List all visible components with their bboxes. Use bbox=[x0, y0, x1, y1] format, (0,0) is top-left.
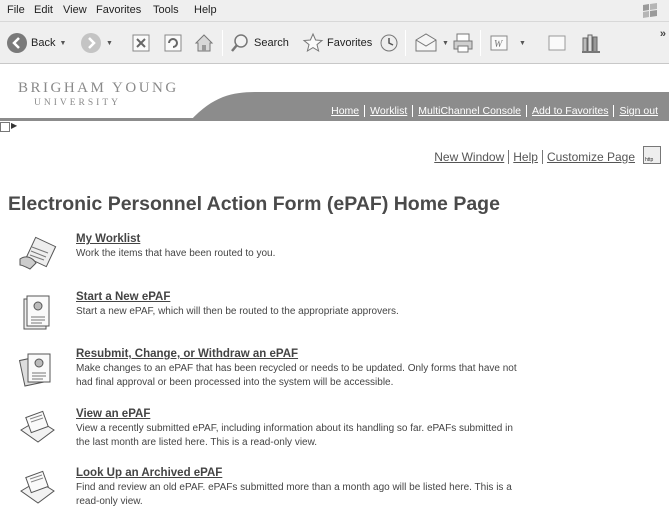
refresh-icon bbox=[164, 34, 182, 52]
utility-links: New Window Help Customize Page bbox=[430, 150, 639, 164]
discuss-button[interactable] bbox=[546, 22, 568, 64]
edit-button[interactable]: W ▼ bbox=[489, 22, 526, 64]
favorites-button[interactable]: Favorites bbox=[302, 22, 372, 64]
word-document-icon: W bbox=[490, 35, 508, 51]
menu-help[interactable]: Help bbox=[194, 4, 217, 16]
chevron-down-icon[interactable]: ▼ bbox=[442, 40, 449, 47]
list-item: View an ePAF View a recently submitted e… bbox=[18, 408, 658, 452]
item-description: Start a new ePAF, which will then be rou… bbox=[76, 306, 399, 317]
blank-page-icon bbox=[548, 35, 566, 51]
list-item: Start a New ePAF Start a new ePAF, which… bbox=[18, 291, 658, 331]
view-epaf-link[interactable]: View an ePAF bbox=[76, 408, 150, 420]
menu-bar: File Edit View Favorites Tools Help bbox=[0, 0, 669, 22]
nav-worklist-link[interactable]: Worklist bbox=[364, 105, 412, 117]
menu-pagelet-icon[interactable] bbox=[0, 122, 10, 132]
menu-tools[interactable]: Tools bbox=[153, 4, 179, 16]
item-description: Work the items that have been routed to … bbox=[76, 248, 276, 259]
expand-arrow-icon[interactable]: ▶ bbox=[11, 121, 17, 130]
chevron-down-icon[interactable]: ▼ bbox=[106, 40, 113, 47]
forward-button[interactable]: ▼ bbox=[80, 22, 113, 64]
back-arrow-icon bbox=[7, 33, 27, 53]
search-label: Search bbox=[254, 37, 289, 49]
nav-home-link[interactable]: Home bbox=[326, 105, 364, 117]
printer-icon bbox=[453, 33, 473, 53]
stop-button[interactable] bbox=[131, 22, 151, 64]
star-icon bbox=[302, 32, 324, 53]
nav-add-to-favorites-link[interactable]: Add to Favorites bbox=[526, 105, 613, 117]
mail-icon bbox=[415, 33, 437, 52]
browser-toolbar: Back ▼ ▼ Search Favorites ▼ W ▼ » bbox=[0, 22, 669, 64]
search-icon bbox=[231, 34, 248, 52]
nav-sign-out-link[interactable]: Sign out bbox=[613, 105, 663, 117]
item-description: Make changes to an ePAF that has been re… bbox=[76, 363, 517, 388]
favorites-label: Favorites bbox=[327, 37, 373, 49]
toolbar-separator bbox=[480, 30, 481, 56]
windows-logo-icon bbox=[643, 3, 657, 18]
look-up-archived-epaf-link[interactable]: Look Up an Archived ePAF bbox=[76, 467, 222, 479]
brand-name-line2: UNIVERSITY bbox=[34, 98, 121, 108]
http-link-icon[interactable]: http bbox=[643, 146, 661, 164]
help-link[interactable]: Help bbox=[508, 150, 542, 164]
new-form-icon bbox=[23, 295, 50, 330]
list-item: My Worklist Work the items that have bee… bbox=[18, 233, 658, 273]
stop-icon bbox=[132, 34, 150, 52]
start-new-epaf-link[interactable]: Start a New ePAF bbox=[76, 291, 170, 303]
menu-file[interactable]: File bbox=[7, 4, 25, 16]
research-books-icon bbox=[582, 34, 600, 53]
header-nav: Home Worklist MultiChannel Console Add t… bbox=[326, 105, 663, 117]
new-window-link[interactable]: New Window bbox=[430, 150, 508, 164]
view-form-icon bbox=[20, 410, 55, 443]
list-item: Resubmit, Change, or Withdraw an ePAF Ma… bbox=[18, 348, 658, 392]
worklist-hand-icon bbox=[19, 236, 57, 270]
list-item: Look Up an Archived ePAF Find and review… bbox=[18, 467, 658, 511]
item-description: Find and review an old ePAF. ePAFs submi… bbox=[76, 482, 512, 507]
research-button[interactable] bbox=[580, 22, 604, 64]
history-button[interactable] bbox=[378, 22, 400, 64]
home-button[interactable] bbox=[193, 22, 215, 64]
back-button[interactable]: Back ▼ bbox=[6, 22, 66, 64]
resubmit-form-icon bbox=[18, 353, 51, 387]
page-title: Electronic Personnel Action Form (ePAF) … bbox=[8, 193, 500, 215]
menu-favorites[interactable]: Favorites bbox=[96, 4, 141, 16]
back-label: Back bbox=[31, 37, 56, 49]
item-description: View a recently submitted ePAF, includin… bbox=[76, 423, 513, 448]
toolbar-separator bbox=[405, 30, 406, 56]
chevron-down-icon[interactable]: ▼ bbox=[59, 40, 66, 47]
customize-page-link[interactable]: Customize Page bbox=[541, 150, 639, 164]
brand-name-line1: BRIGHAM YOUNG bbox=[18, 80, 179, 96]
history-icon bbox=[380, 34, 398, 52]
menu-view[interactable]: View bbox=[63, 4, 87, 16]
print-button[interactable] bbox=[452, 22, 474, 64]
resubmit-change-withdraw-link[interactable]: Resubmit, Change, or Withdraw an ePAF bbox=[76, 348, 298, 360]
forward-arrow-icon bbox=[81, 33, 101, 53]
http-icon-label: http bbox=[645, 157, 654, 163]
my-worklist-link[interactable]: My Worklist bbox=[76, 233, 140, 245]
archive-form-icon bbox=[20, 470, 55, 504]
toolbar-overflow-icon[interactable]: » bbox=[660, 28, 666, 40]
nav-multichannel-console-link[interactable]: MultiChannel Console bbox=[412, 105, 526, 117]
mail-button[interactable]: ▼ bbox=[414, 22, 449, 64]
refresh-button[interactable] bbox=[163, 22, 183, 64]
search-button[interactable]: Search bbox=[229, 22, 289, 64]
toolbar-separator bbox=[222, 30, 223, 56]
chevron-down-icon[interactable]: ▼ bbox=[519, 40, 526, 47]
menu-edit[interactable]: Edit bbox=[34, 4, 53, 16]
home-icon bbox=[194, 34, 214, 52]
